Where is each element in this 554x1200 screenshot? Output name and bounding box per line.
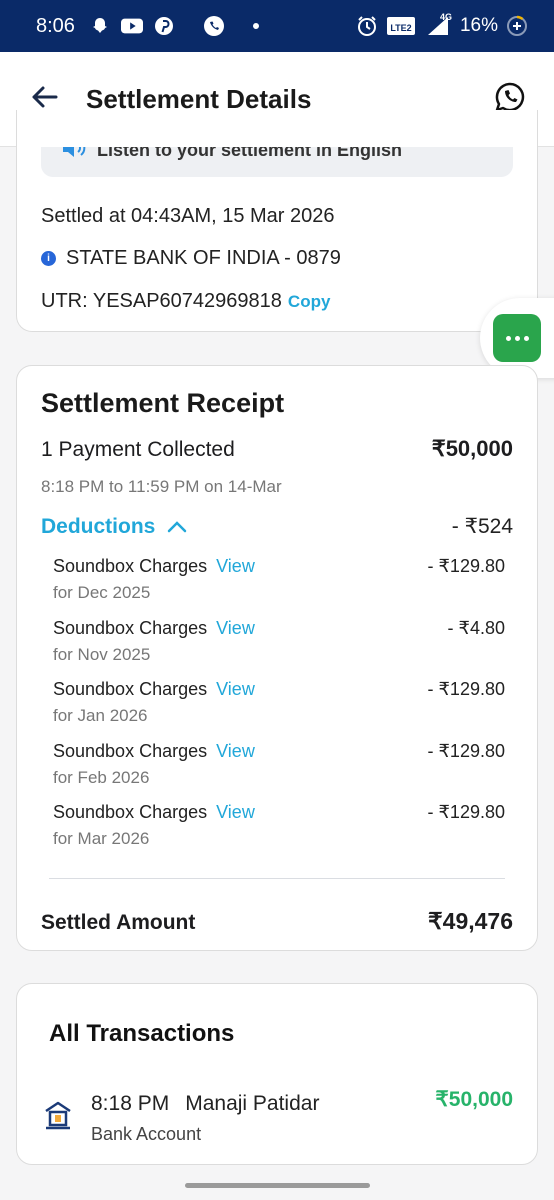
charge-amount: - ₹129.80 bbox=[427, 741, 505, 761]
divider bbox=[49, 878, 505, 879]
settlement-info-card: Listen to your settlement in English Set… bbox=[16, 110, 538, 332]
transactions-title: All Transactions bbox=[49, 1020, 235, 1047]
battery-percent: 16% bbox=[459, 15, 498, 36]
payment-collected-amount: ₹50,000 bbox=[431, 436, 513, 461]
charge-item: Soundbox Charges View for Jan 2026 - ₹12… bbox=[53, 679, 505, 731]
battery-icon bbox=[506, 15, 528, 37]
network-type: 4G bbox=[439, 12, 452, 22]
speaker-icon bbox=[61, 147, 87, 164]
payment-time-range: 8:18 PM to 11:59 PM on 14-Mar bbox=[41, 477, 282, 496]
charge-period: for Jan 2026 bbox=[53, 706, 148, 725]
view-charge-link[interactable]: View bbox=[216, 556, 255, 576]
more-options-button[interactable] bbox=[493, 314, 541, 362]
charge-item: Soundbox Charges View for Nov 2025 - ₹4.… bbox=[53, 618, 505, 670]
alarm-icon bbox=[356, 15, 378, 37]
deductions-row: Deductions - ₹524 bbox=[41, 514, 513, 539]
notification-icons bbox=[89, 15, 267, 37]
snapchat-icon bbox=[89, 15, 111, 37]
utr-line: UTR: YESAP60742969818 Copy bbox=[41, 290, 330, 313]
view-charge-link[interactable]: View bbox=[216, 741, 255, 761]
phone-app-icon bbox=[203, 15, 225, 37]
transaction-time: 8:18 PM bbox=[91, 1092, 170, 1115]
charge-label: Soundbox Charges bbox=[53, 741, 208, 761]
settled-amount-label: Settled Amount bbox=[41, 911, 196, 934]
status-bar: 8:06 LTE2 4G 16% bbox=[0, 0, 554, 52]
charge-label: Soundbox Charges bbox=[53, 679, 208, 699]
copy-utr-button[interactable]: Copy bbox=[288, 292, 331, 312]
bank-account-line: i STATE BANK OF INDIA - 0879 bbox=[41, 247, 341, 270]
chevron-up-icon bbox=[167, 515, 187, 539]
bank-icon bbox=[43, 1100, 73, 1132]
charge-label: Soundbox Charges bbox=[53, 802, 208, 822]
status-time: 8:06 bbox=[36, 14, 75, 37]
settled-amount-value: ₹49,476 bbox=[428, 908, 513, 934]
settlement-receipt-card: Settlement Receipt 1 Payment Collected ₹… bbox=[16, 365, 538, 951]
charge-label: Soundbox Charges bbox=[53, 618, 208, 638]
transaction-name: Manaji Patidar bbox=[185, 1092, 320, 1115]
home-indicator[interactable] bbox=[185, 1183, 370, 1188]
receipt-title: Settlement Receipt bbox=[41, 388, 285, 418]
system-indicators: LTE2 4G 16% bbox=[356, 12, 528, 37]
settled-at-text: Settled at 04:43AM, 15 Mar 2026 bbox=[41, 205, 335, 227]
pinterest-icon bbox=[153, 15, 175, 37]
charge-period: for Nov 2025 bbox=[53, 645, 151, 664]
charge-amount: - ₹129.80 bbox=[427, 556, 505, 576]
signal-icon: 4G bbox=[424, 12, 452, 37]
charge-item: Soundbox Charges View for Dec 2025 - ₹12… bbox=[53, 556, 505, 608]
charge-label: Soundbox Charges bbox=[53, 556, 208, 576]
listen-settlement-banner[interactable]: Listen to your settlement in English bbox=[41, 147, 513, 177]
view-charge-link[interactable]: View bbox=[216, 618, 255, 638]
deductions-toggle[interactable]: Deductions bbox=[41, 515, 187, 539]
deductions-label: Deductions bbox=[41, 515, 156, 538]
all-transactions-card: All Transactions 8:18 PM Manaji Patidar B… bbox=[16, 983, 538, 1165]
settled-amount-row: Settled Amount ₹49,476 bbox=[41, 908, 513, 935]
charge-amount: - ₹129.80 bbox=[427, 802, 505, 822]
youtube-icon bbox=[120, 15, 143, 37]
payment-collected-row: 1 Payment Collected ₹50,000 bbox=[41, 436, 513, 462]
view-charge-link[interactable]: View bbox=[216, 802, 255, 822]
info-icon: i bbox=[41, 251, 56, 266]
volte-icon: LTE2 bbox=[386, 15, 416, 37]
lte-label: LTE2 bbox=[390, 23, 411, 33]
utr-number: UTR: YESAP60742969818 bbox=[41, 290, 282, 312]
charge-period: for Dec 2025 bbox=[53, 583, 151, 602]
view-charge-link[interactable]: View bbox=[216, 679, 255, 699]
charge-item: Soundbox Charges View for Mar 2026 - ₹12… bbox=[53, 802, 505, 854]
payment-collected-label: 1 Payment Collected bbox=[41, 438, 235, 461]
charge-period: for Feb 2026 bbox=[53, 768, 150, 787]
dots-icon bbox=[505, 335, 511, 341]
bank-name: STATE BANK OF INDIA - 0879 bbox=[66, 247, 341, 269]
charge-amount: - ₹4.80 bbox=[447, 618, 505, 638]
deductions-total: - ₹524 bbox=[451, 515, 513, 538]
transaction-amount: ₹50,000 bbox=[435, 1088, 513, 1111]
charge-item: Soundbox Charges View for Feb 2026 - ₹12… bbox=[53, 741, 505, 793]
listen-text: Listen to your settlement in English bbox=[97, 147, 403, 160]
charge-period: for Mar 2026 bbox=[53, 829, 150, 848]
charge-amount: - ₹129.80 bbox=[427, 679, 505, 699]
transaction-method: Bank Account bbox=[91, 1124, 202, 1144]
transaction-row[interactable]: 8:18 PM Manaji Patidar Bank Account ₹50,0… bbox=[43, 1088, 513, 1152]
dot-icon bbox=[245, 15, 267, 37]
